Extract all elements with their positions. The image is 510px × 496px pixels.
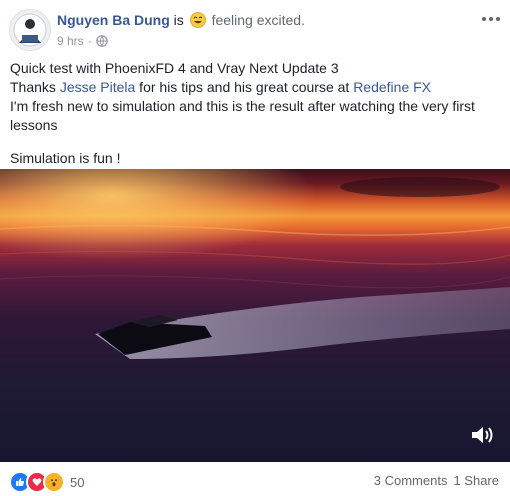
post-line: Simulation is fun ! bbox=[10, 150, 121, 166]
meta-separator: · bbox=[87, 34, 92, 48]
wow-icon bbox=[43, 471, 65, 493]
author-name[interactable]: Nguyen Ba Dung bbox=[57, 12, 170, 28]
facebook-post: Nguyen Ba Dung is feeling excited. 9 hrs… bbox=[0, 0, 510, 496]
shares-count[interactable]: 1 Share bbox=[453, 473, 499, 488]
volume-icon[interactable] bbox=[470, 424, 494, 446]
post-line: I'm fresh new to simulation and this is … bbox=[10, 98, 475, 133]
more-dot bbox=[482, 17, 486, 21]
post-line: Quick test with PhoenixFD 4 and Vray Nex… bbox=[10, 60, 339, 76]
connector-text: is bbox=[173, 12, 184, 28]
timestamp[interactable]: 9 hrs bbox=[57, 34, 84, 48]
post-line-thanks: Thanks Jesse Pitela for his tips and his… bbox=[10, 78, 500, 97]
thanks-middle: for his tips and his great course at bbox=[135, 79, 354, 95]
video-frame bbox=[0, 169, 510, 462]
more-dot bbox=[496, 17, 500, 21]
reaction-count[interactable]: 50 bbox=[70, 475, 84, 490]
feeling-text: feeling excited. bbox=[211, 12, 305, 28]
post-header: Nguyen Ba Dung is feeling excited. bbox=[57, 12, 305, 28]
video-player[interactable] bbox=[0, 169, 510, 462]
smiling-face-icon bbox=[189, 12, 206, 28]
engagement-counts: 3 Comments 1 Share bbox=[374, 473, 499, 488]
globe-icon[interactable] bbox=[95, 35, 108, 47]
mention-redefine-fx[interactable]: Redefine FX bbox=[353, 79, 431, 95]
avatar[interactable] bbox=[9, 9, 51, 51]
post-meta: 9 hrs · bbox=[57, 34, 108, 48]
thanks-prefix: Thanks bbox=[10, 79, 60, 95]
comments-count[interactable]: 3 Comments bbox=[374, 473, 448, 488]
more-dot bbox=[489, 17, 493, 21]
mention-jesse-pitela[interactable]: Jesse Pitela bbox=[60, 79, 135, 95]
reaction-summary[interactable]: 50 bbox=[9, 471, 84, 493]
more-options-icon[interactable] bbox=[482, 12, 500, 26]
post-body: Quick test with PhoenixFD 4 and Vray Nex… bbox=[10, 59, 500, 168]
